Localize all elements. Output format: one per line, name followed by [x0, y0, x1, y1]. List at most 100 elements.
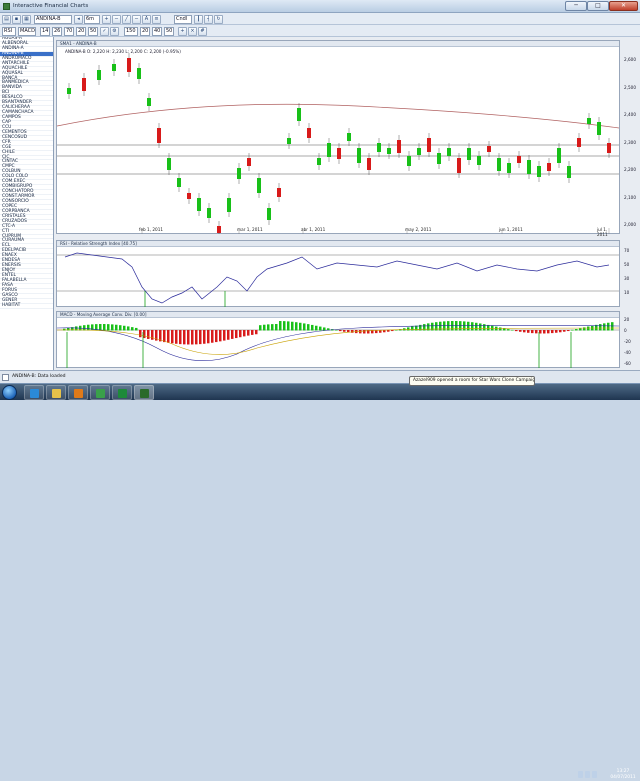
macd-histogram-bar: [231, 330, 234, 339]
macd-histogram-bar: [303, 323, 306, 331]
symbol-list-item[interactable]: HABITAT: [0, 303, 53, 309]
param-field[interactable]: 40: [152, 26, 162, 36]
zoom-out-icon[interactable]: −: [112, 14, 121, 24]
param-field[interactable]: 150: [124, 26, 138, 36]
taskbar-excel[interactable]: [112, 385, 132, 400]
apply-icon[interactable]: ✓: [100, 26, 109, 36]
macd-histogram-bar: [563, 330, 566, 332]
settings-icon[interactable]: ⚙: [110, 26, 119, 36]
open-icon[interactable]: ▤: [2, 14, 11, 24]
axis-tick-label: 2,200: [624, 167, 636, 172]
period-select[interactable]: 6m: [84, 14, 100, 24]
title-bar[interactable]: Interactive Financial Charts ─ □ ✕: [0, 0, 640, 13]
taskbar-ie[interactable]: [24, 385, 44, 400]
candle-body: [527, 160, 531, 174]
taskbar: 13:27 04/07/2011: [0, 383, 640, 780]
text-tool-icon[interactable]: A: [142, 14, 151, 24]
axis-tick-label: 30: [624, 276, 630, 281]
refresh-icon[interactable]: ↻: [214, 14, 223, 24]
system-tray[interactable]: [578, 771, 604, 779]
excel-icon: [118, 389, 127, 398]
macd-histogram-bar: [251, 330, 254, 335]
macd-histogram-bar: [295, 322, 298, 331]
grid-toggle-icon[interactable]: #: [198, 26, 207, 36]
line-tool-icon[interactable]: ╱: [122, 14, 131, 24]
taskbar-charts[interactable]: [134, 385, 154, 400]
candle-body: [467, 148, 471, 160]
start-button[interactable]: [2, 385, 17, 400]
macd-histogram-bar: [343, 330, 346, 332]
macd-histogram-bar: [207, 330, 210, 344]
prev-symbol-icon[interactable]: ◂: [74, 14, 83, 24]
candle-body: [547, 163, 551, 171]
candle-body: [457, 158, 461, 173]
price-panel[interactable]: SMA1 - ANDINA-B ANDINA-B O: 2,220 H: 2,2…: [56, 40, 620, 237]
indicator2-select[interactable]: MACD: [18, 26, 36, 36]
folder-icon: [52, 389, 61, 398]
tray-icon[interactable]: [578, 771, 583, 778]
macd-histogram-bar: [323, 327, 326, 331]
macd-histogram-bar: [499, 327, 502, 331]
symbol-select[interactable]: ANDINA-B: [34, 14, 72, 24]
macd-histogram-bar: [531, 330, 534, 334]
candle-body: [157, 128, 161, 143]
param-field[interactable]: 70: [64, 26, 74, 36]
add-indicator-icon[interactable]: +: [178, 26, 187, 36]
remove-indicator-icon[interactable]: ×: [188, 26, 197, 36]
app-window: Interactive Financial Charts ─ □ ✕ ▤ ▪ ▦…: [0, 0, 640, 383]
taskbar-explorer[interactable]: [46, 385, 66, 400]
chart-style-select[interactable]: Cndl: [174, 14, 192, 24]
macd-histogram-bar: [267, 324, 270, 331]
tray-network-icon[interactable]: [585, 771, 590, 778]
fib-tool-icon[interactable]: ≡: [152, 14, 161, 24]
candle-body: [437, 153, 441, 164]
candle-body: [112, 64, 116, 71]
axis-tick-label: -20: [624, 339, 631, 344]
zoom-in-icon[interactable]: +: [102, 14, 111, 24]
taskbar-media[interactable]: [68, 385, 88, 400]
macd-histogram-bar: [351, 330, 354, 333]
status-bar: ANDINA-B: Data loaded: [0, 370, 640, 383]
macd-histogram-bar: [511, 329, 514, 331]
param-field[interactable]: 20: [76, 26, 86, 36]
date-axis-label: feb 1, 2011: [139, 227, 164, 232]
macd-histogram-bar: [487, 324, 490, 331]
axis-tick-label: 2,100: [624, 194, 636, 200]
tray-volume-icon[interactable]: [592, 771, 597, 778]
param-field[interactable]: 50: [88, 26, 98, 36]
rsi-chart-svg: [57, 252, 619, 307]
macd-histogram-bar: [559, 330, 562, 333]
candle-icon[interactable]: ┃: [194, 14, 203, 24]
macd-histogram-bar: [87, 324, 90, 331]
bar-icon[interactable]: ┤: [204, 14, 213, 24]
axis-tick-label: -60: [624, 361, 631, 366]
hline-tool-icon[interactable]: ─: [132, 14, 141, 24]
taskbar-app[interactable]: [90, 385, 110, 400]
macd-panel[interactable]: MACD - Moving Average Conv. Div. [0.00]: [56, 311, 620, 368]
save-icon[interactable]: ▪: [12, 14, 21, 24]
macd-histogram-bar: [291, 321, 294, 331]
notification-toast[interactable]: Azazel909 opened a room for Star Wars Cl…: [409, 376, 535, 386]
candle-body: [597, 122, 601, 135]
clock[interactable]: 13:27 04/07/2011: [608, 769, 638, 781]
print-icon[interactable]: ▦: [22, 14, 31, 24]
indicator1-select[interactable]: RSI: [2, 26, 16, 36]
symbol-list[interactable]: AGUAS-A ALBENORAL ANDINA-A ANDINA-B ANDROMAC…: [0, 37, 54, 370]
maximize-button[interactable]: □: [587, 1, 609, 11]
close-button[interactable]: ✕: [609, 1, 638, 11]
candle-body: [417, 148, 421, 155]
status-text: ANDINA-B: Data loaded: [12, 374, 66, 379]
chart-area: SMA1 - ANDINA-B ANDINA-B O: 2,220 H: 2,2…: [54, 37, 640, 370]
macd-histogram-bar: [315, 325, 318, 331]
date-axis-label: mar 1, 2011: [237, 227, 263, 232]
param-field[interactable]: 50: [164, 26, 174, 36]
candle-body: [377, 143, 381, 152]
candle-body: [587, 118, 591, 124]
param-field[interactable]: 26: [52, 26, 62, 36]
macd-histogram-bar: [147, 330, 150, 339]
macd-histogram-bar: [339, 330, 342, 332]
param-field[interactable]: 20: [140, 26, 150, 36]
param-field[interactable]: 14: [40, 26, 50, 36]
rsi-panel[interactable]: RSI - Relative Strength Index [40.75]: [56, 240, 620, 307]
minimize-button[interactable]: ─: [565, 1, 587, 11]
